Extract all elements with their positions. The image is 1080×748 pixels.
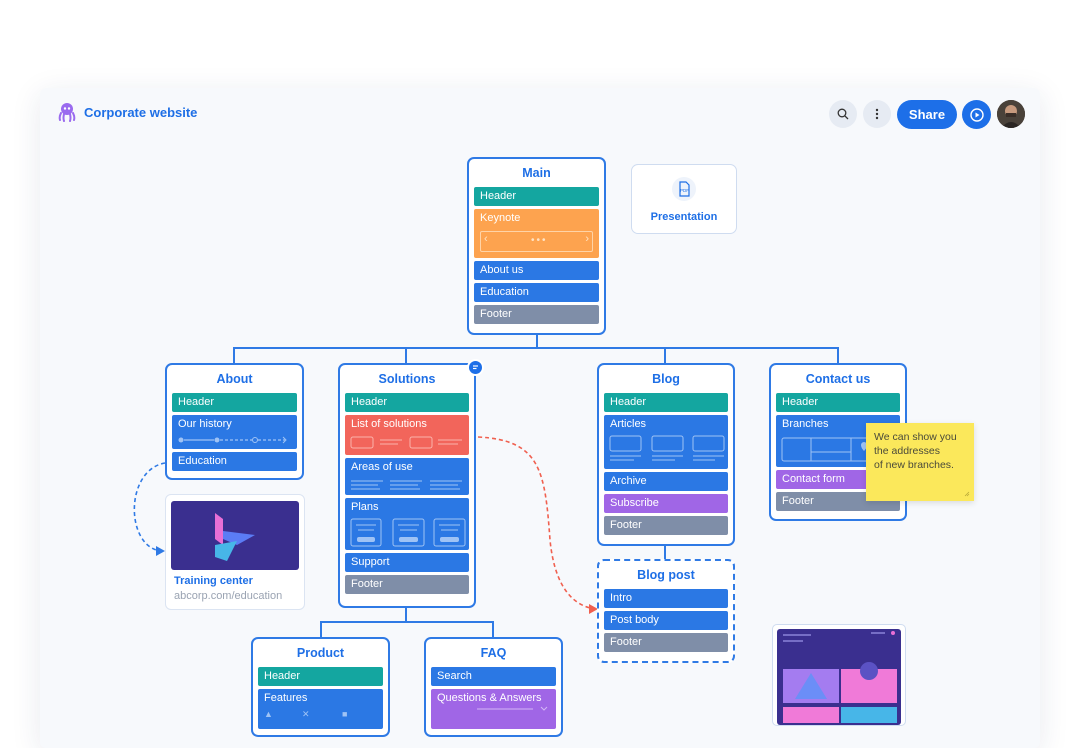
section-plans[interactable]: Plans <box>345 498 469 550</box>
resize-handle-icon[interactable] <box>964 491 970 497</box>
section-areas-of-use[interactable]: Areas of use <box>345 458 469 495</box>
training-logo-icon <box>215 513 255 561</box>
section-header[interactable]: Header <box>345 393 469 412</box>
section-header[interactable]: Header <box>474 187 599 206</box>
card-title: Product <box>296 646 345 660</box>
chevron-left-icon: ‹ <box>484 233 488 245</box>
card-title: Blog <box>652 372 680 386</box>
section-education[interactable]: Education <box>474 283 599 302</box>
presentation-label: Presentation <box>650 211 718 223</box>
sticky-note[interactable]: We can show you the addresses of new bra… <box>866 423 974 501</box>
presentation-card[interactable]: PDF Presentation <box>631 164 737 234</box>
section-label: Features <box>264 692 308 704</box>
card-title: FAQ <box>480 646 507 660</box>
square-icon: ■ <box>342 709 348 719</box>
pricing-cards-icon <box>350 518 466 547</box>
comment-icon <box>473 365 478 370</box>
mockup-illustration <box>777 629 901 725</box>
card-title: Solutions <box>378 372 436 386</box>
about-page-card[interactable]: About Header Our history Education <box>165 363 304 480</box>
solutions-page-card[interactable]: Solutions Header List of solutions Areas… <box>338 363 476 608</box>
section-header[interactable]: Header <box>258 667 383 686</box>
card-title: About <box>216 372 253 386</box>
training-url[interactable]: abcorp.com/education <box>174 590 282 602</box>
about-to-training-arrow <box>133 462 166 552</box>
section-intro[interactable]: Intro <box>604 589 728 608</box>
triangle-icon: ▲ <box>264 709 273 719</box>
card-title: Main <box>522 166 551 180</box>
section-footer[interactable]: Footer <box>604 516 728 535</box>
pdf-file-icon: PDF <box>672 177 696 201</box>
timeline-icon <box>178 436 287 444</box>
section-footer[interactable]: Footer <box>604 633 728 652</box>
section-education[interactable]: Education <box>172 452 297 471</box>
section-label: Questions & Answers <box>437 692 542 704</box>
main-page-card[interactable]: Main Header Keynote ‹ › ••• About us Edu… <box>467 157 606 335</box>
note-line: We can show you <box>874 431 957 443</box>
section-subscribe[interactable]: Subscribe <box>604 494 728 513</box>
blog-page-card[interactable]: Blog Header Articles Archive Subscribe F… <box>597 363 735 546</box>
article-thumbnails-icon <box>609 435 725 461</box>
faq-page-card[interactable]: FAQ Search Questions & Answers <box>424 637 563 737</box>
card-title: Blog post <box>637 568 695 582</box>
link-arrows <box>133 436 598 614</box>
section-search[interactable]: Search <box>431 667 556 686</box>
section-support[interactable]: Support <box>345 553 469 572</box>
arrowhead <box>156 546 165 556</box>
section-label: Plans <box>351 501 379 513</box>
accordion-icon <box>477 706 548 711</box>
section-list-of-solutions[interactable]: List of solutions <box>345 415 469 455</box>
product-page-card[interactable]: Product Header Features ▲ ✕ ■ <box>251 637 390 737</box>
note-line: the addresses <box>874 445 940 457</box>
section-footer[interactable]: Footer <box>345 575 469 594</box>
section-features[interactable]: Features ▲ ✕ ■ <box>258 689 383 729</box>
pdf-icon-text: PDF <box>680 188 689 193</box>
training-title: Training center <box>174 575 253 587</box>
blog-post-page-card[interactable]: Blog post Intro Post body Footer <box>597 559 735 663</box>
solution-blocks-icon <box>350 436 462 449</box>
section-label: Our history <box>178 418 232 430</box>
solutions-to-blogpost-arrow <box>477 436 596 610</box>
page-mockup-thumbnail[interactable] <box>772 624 906 726</box>
cross-icon: ✕ <box>302 709 310 719</box>
training-thumbnail <box>171 501 299 570</box>
section-label: Branches <box>782 418 829 430</box>
section-label: List of solutions <box>351 418 427 430</box>
dots-icon: ••• <box>531 235 548 246</box>
section-label: Areas of use <box>351 461 413 473</box>
section-label: Articles <box>610 418 647 430</box>
section-questions-answers[interactable]: Questions & Answers <box>431 689 556 729</box>
section-header[interactable]: Header <box>172 393 297 412</box>
section-header[interactable]: Header <box>776 393 900 412</box>
training-center-link-card[interactable]: Training center abcorp.com/education <box>165 494 305 610</box>
section-footer[interactable]: Footer <box>474 305 599 324</box>
section-our-history[interactable]: Our history <box>172 415 297 449</box>
chevron-right-icon: › <box>585 233 589 245</box>
section-archive[interactable]: Archive <box>604 472 728 491</box>
comment-badge[interactable] <box>467 359 484 376</box>
section-header[interactable]: Header <box>604 393 728 412</box>
section-label: Keynote <box>480 212 521 224</box>
card-title: Contact us <box>805 372 871 386</box>
carousel-placeholder: ‹ › ••• <box>480 231 593 252</box>
text-columns-icon <box>351 480 462 490</box>
section-about-us[interactable]: About us <box>474 261 599 280</box>
section-post-body[interactable]: Post body <box>604 611 728 630</box>
note-line: of new branches. <box>874 459 954 471</box>
section-keynote[interactable]: Keynote ‹ › ••• <box>474 209 599 258</box>
section-articles[interactable]: Articles <box>604 415 728 469</box>
